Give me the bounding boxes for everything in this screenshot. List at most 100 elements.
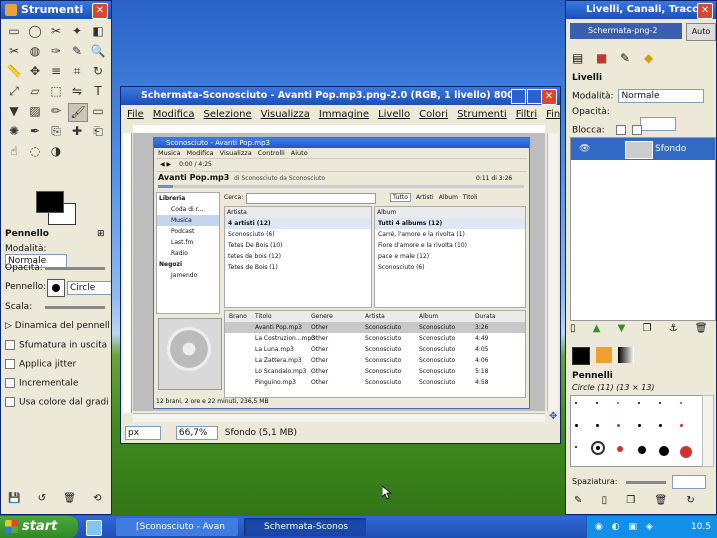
duplicate-brush-icon[interactable]: ❐ — [626, 495, 635, 506]
brush-item[interactable] — [591, 441, 605, 455]
menu-item[interactable]: Immagine — [319, 109, 369, 120]
delete-brush-icon[interactable]: 🗑 — [654, 495, 667, 506]
edit-brush-icon[interactable]: ✎ — [574, 495, 582, 506]
close-icon[interactable]: ✕ — [541, 89, 557, 105]
measure-tool-icon[interactable]: 📏 — [5, 63, 23, 80]
horizontal-scrollbar[interactable] — [133, 413, 545, 422]
blend-tool-icon[interactable]: ▨ — [26, 103, 44, 120]
brush-item[interactable] — [596, 402, 598, 404]
zoom-tool-icon[interactable]: 🔍 — [89, 43, 107, 60]
brush-item[interactable] — [575, 424, 578, 427]
layers-titlebar[interactable]: Livelli, Canali, Traccia ✕ — [566, 1, 716, 19]
delete-layer-icon[interactable]: 🗑 — [695, 323, 708, 334]
tool-option-row[interactable]: ▷ Dinamica del pennello — [5, 321, 109, 331]
fg-bg-colors[interactable] — [36, 191, 76, 225]
auto-button[interactable]: Auto — [686, 23, 716, 41]
brush-item[interactable] — [575, 402, 577, 404]
brush-scrollbar[interactable] — [702, 395, 714, 467]
align-tool-icon[interactable]: ≡ — [47, 63, 65, 80]
vertical-scrollbar[interactable] — [547, 133, 558, 411]
duplicate-layer-icon[interactable]: ❐ — [642, 323, 651, 334]
tab-channels-icon[interactable]: ■ — [596, 51, 607, 65]
lower-layer-icon[interactable]: ▼ — [618, 323, 626, 334]
checkbox[interactable] — [5, 397, 15, 407]
menu-item[interactable]: Visualizza — [261, 109, 310, 120]
clone-tool-icon[interactable]: ⎘ — [47, 123, 65, 140]
paintbrush-tool-icon[interactable]: 🖌 — [68, 103, 88, 122]
search-input[interactable] — [246, 193, 376, 204]
zoom-select[interactable]: 66,7% — [175, 425, 218, 440]
brush-item[interactable] — [617, 402, 619, 404]
eraser-tool-icon[interactable]: ▭ — [89, 103, 107, 120]
smudge-tool-icon[interactable]: ☝ — [5, 143, 23, 160]
checkbox[interactable] — [5, 340, 15, 350]
dodge-burn-tool-icon[interactable]: ◑ — [47, 143, 65, 160]
brush-item[interactable] — [680, 424, 683, 427]
menu-item[interactable]: Finestre — [546, 109, 560, 120]
brush-item[interactable] — [659, 424, 662, 427]
tray-icon[interactable]: ◈ — [646, 522, 653, 532]
color-picker-tool-icon[interactable]: ✎ — [68, 43, 86, 60]
toolbox-titlebar[interactable]: Strumenti ✕ — [1, 1, 111, 19]
new-layer-icon[interactable]: ▯ — [570, 323, 576, 334]
bucket-fill-tool-icon[interactable]: ▼ — [5, 103, 23, 120]
brush-item[interactable] — [638, 424, 641, 427]
checkbox[interactable] — [5, 378, 15, 388]
quicklaunch-icon[interactable] — [86, 520, 102, 536]
expander-icon[interactable]: ▷ — [5, 321, 15, 331]
tray-icon[interactable]: ◐ — [612, 522, 620, 532]
raise-layer-icon[interactable]: ▲ — [593, 323, 601, 334]
tab-layers-icon[interactable]: ▤ — [572, 51, 583, 65]
pencil-tool-icon[interactable]: ✏ — [47, 103, 65, 120]
tray-icon[interactable]: ◉ — [595, 522, 603, 532]
foreground-select-tool-icon[interactable]: ◍ — [26, 43, 44, 60]
foreground-color-swatch[interactable] — [36, 191, 64, 213]
ellipse-select-tool-icon[interactable]: ◯ — [26, 23, 44, 40]
shear-tool-icon[interactable]: ▱ — [26, 83, 44, 100]
refresh-icon[interactable]: ↻ — [686, 495, 694, 506]
tab-undo-icon[interactable]: ◆ — [644, 51, 653, 65]
fuzzy-select-tool-icon[interactable]: ✦ — [68, 23, 86, 40]
spacing-slider[interactable] — [626, 481, 666, 484]
lock-pixels-checkbox[interactable] — [615, 125, 626, 135]
tool-option-row[interactable]: Applica jitter — [5, 359, 109, 370]
menu-item[interactable]: Colori — [419, 109, 448, 120]
brush-item[interactable] — [617, 446, 623, 452]
brush-item[interactable] — [680, 402, 682, 404]
navigate-icon[interactable]: ✥ — [549, 411, 557, 422]
perspective-tool-icon[interactable]: ⬚ — [47, 83, 65, 100]
free-select-tool-icon[interactable]: ✂ — [47, 23, 65, 40]
brush-item[interactable] — [596, 424, 599, 427]
menu-item[interactable]: Livello — [378, 109, 410, 120]
perspective-clone-tool-icon[interactable]: ⎗ — [89, 123, 107, 140]
convolve-tool-icon[interactable]: ◌ — [26, 143, 44, 160]
delete-icon[interactable]: 🗑 — [63, 493, 76, 504]
spacing-value[interactable] — [672, 475, 706, 489]
menu-item[interactable]: File — [127, 109, 144, 120]
expand-icon[interactable]: ⊞ — [97, 229, 105, 239]
menu-item[interactable]: Filtri — [516, 109, 537, 120]
paths-tool-icon[interactable]: ✑ — [47, 43, 65, 60]
layer-row[interactable]: 👁 Sfondo — [571, 138, 715, 160]
maximize-icon[interactable] — [527, 89, 542, 104]
tab-patterns-icon[interactable] — [596, 347, 612, 363]
brush-item[interactable] — [680, 446, 692, 458]
task-button[interactable]: [Sconosciuto - Avan — [116, 518, 238, 536]
close-icon[interactable]: ✕ — [92, 3, 108, 19]
minimize-icon[interactable] — [511, 89, 526, 104]
tray-icon[interactable]: ▣ — [628, 522, 637, 532]
brush-item[interactable] — [659, 402, 661, 404]
brush-item[interactable] — [659, 446, 669, 456]
airbrush-tool-icon[interactable]: ✺ — [5, 123, 23, 140]
reset-icon[interactable]: ⟲ — [93, 493, 101, 504]
color-select-tool-icon[interactable]: ◧ — [89, 23, 107, 40]
lock-alpha-checkbox[interactable] — [632, 125, 643, 135]
close-icon[interactable]: ✕ — [697, 3, 713, 19]
scale-slider[interactable] — [45, 306, 105, 309]
image-titlebar[interactable]: Schermata-Sconosciuto - Avanti Pop.mp3.p… — [121, 87, 560, 105]
restore-icon[interactable]: ↺ — [38, 493, 46, 504]
scale-tool-icon[interactable]: ⤢ — [5, 83, 23, 100]
menu-item[interactable]: Strumenti — [457, 109, 507, 120]
menu-item[interactable]: Selezione — [204, 109, 252, 120]
brush-item[interactable] — [617, 424, 620, 427]
